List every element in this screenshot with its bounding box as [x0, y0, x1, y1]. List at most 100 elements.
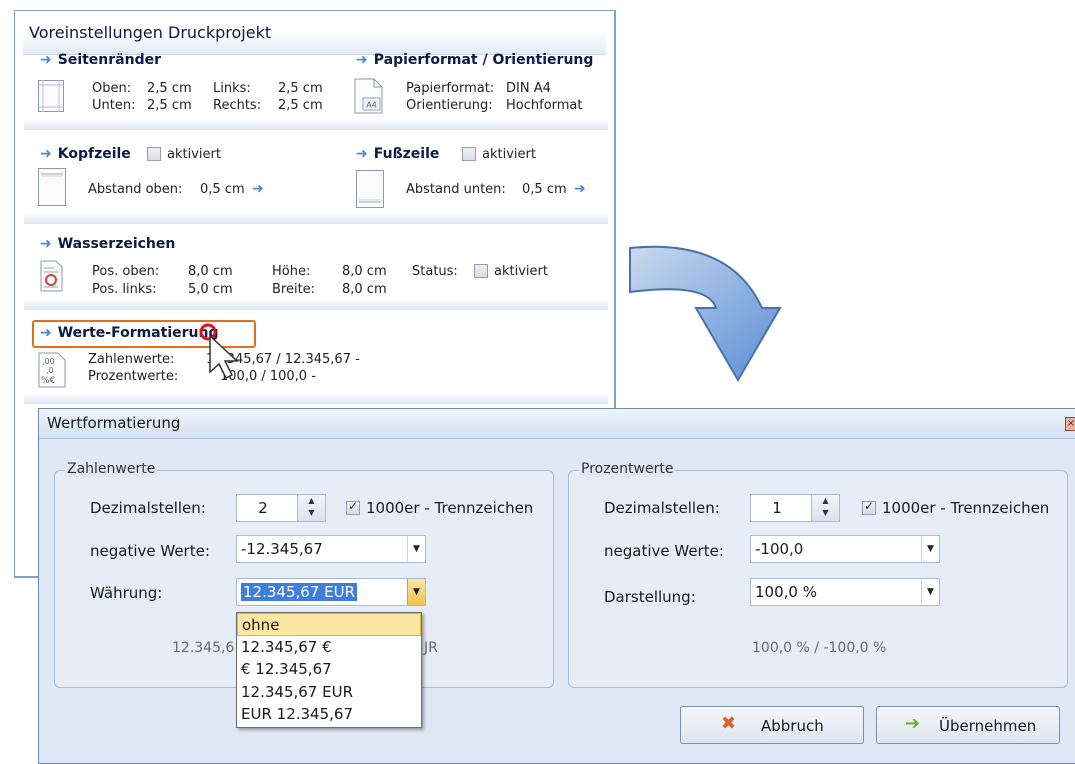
- num-decimals-stepper[interactable]: 2 ▲ ▼: [236, 494, 326, 522]
- wm-width-value: 8,0 cm: [342, 282, 387, 297]
- orientation-label: Orientierung:: [406, 98, 493, 113]
- arrow-icon: ➜: [40, 236, 52, 252]
- header-checkbox-label: aktiviert: [167, 147, 221, 162]
- header-distance-edit-icon[interactable]: ➜: [252, 181, 264, 197]
- pct-display-label: Darstellung:: [604, 588, 696, 606]
- spin-updown-icon[interactable]: ▲ ▼: [811, 495, 839, 521]
- margin-right-value: 2,5 cm: [278, 98, 323, 113]
- footer-distance-value: 0,5 cm: [522, 182, 567, 197]
- apply-button[interactable]: ➔ Übernehmen: [876, 706, 1060, 744]
- wm-pos-top-label: Pos. oben:: [92, 264, 160, 279]
- margin-top-label: Oben:: [92, 81, 132, 96]
- pct-negative-select[interactable]: -100,0 ▼: [750, 535, 940, 563]
- wm-pos-left-label: Pos. links:: [92, 282, 157, 297]
- currency-label: Währung:: [90, 584, 163, 602]
- page-margins-icon: [38, 80, 64, 112]
- num-decimals-label: Dezimalstellen:: [90, 499, 206, 517]
- arrow-icon: ➜: [356, 146, 368, 162]
- header-enabled-checkbox[interactable]: [147, 147, 161, 161]
- margin-bottom-label: Unten:: [92, 98, 136, 113]
- currency-option[interactable]: € 12.345,67: [237, 658, 421, 681]
- watermark-heading[interactable]: ➜ Wasserzeichen: [40, 236, 175, 252]
- margin-left-label: Links:: [213, 81, 251, 96]
- arrow-icon: ➜: [40, 325, 52, 341]
- pct-negative-label: negative Werte:: [604, 542, 724, 560]
- margin-left-value: 2,5 cm: [278, 81, 323, 96]
- pct-display-select[interactable]: 100,0 % ▼: [750, 578, 940, 606]
- pct-thousands-label: 1000er - Trennzeichen: [882, 499, 1050, 517]
- currency-dropdown-list: ohne 12.345,67 € € 12.345,67 12.345,67 E…: [236, 612, 422, 728]
- paper-format-value: DIN A4: [506, 81, 551, 96]
- wm-height-value: 8,0 cm: [342, 264, 387, 279]
- num-preview-right: JR: [424, 640, 438, 656]
- value-format-icon: ,00 ,0 %€: [38, 352, 66, 388]
- currency-option[interactable]: 12.345,67 EUR: [237, 681, 421, 704]
- cancel-x-icon: ✖: [721, 713, 737, 734]
- svg-text:A4: A4: [366, 101, 377, 110]
- chevron-down-icon[interactable]: ▼: [921, 579, 939, 605]
- panel-title: Voreinstellungen Druckprojekt: [23, 19, 606, 55]
- watermark-enabled-checkbox[interactable]: [474, 264, 488, 278]
- header-heading[interactable]: ➜ Kopfzeile: [40, 146, 131, 162]
- wm-width-label: Breite:: [272, 282, 316, 297]
- footer-page-icon: [356, 170, 384, 208]
- paper-heading[interactable]: ➜ Papierformat / Orientierung: [356, 52, 593, 68]
- close-icon[interactable]: ×: [1065, 417, 1075, 431]
- orientation-value: Hochformat: [506, 98, 583, 113]
- chevron-down-icon[interactable]: ▼: [407, 536, 425, 562]
- margins-heading[interactable]: ➜ Seitenränder: [40, 52, 161, 68]
- currency-option[interactable]: EUR 12.345,67: [237, 703, 421, 726]
- dialog-title: Wertformatierung: [39, 409, 1075, 439]
- section-divider: [24, 212, 608, 224]
- num-thousands-checkbox[interactable]: [346, 499, 360, 515]
- spin-updown-icon[interactable]: ▲ ▼: [297, 495, 325, 521]
- formatting-heading[interactable]: ➜ Werte-Formatierung: [40, 325, 218, 341]
- numbers-group-label: Zahlenwerte: [65, 461, 158, 477]
- wm-status-label: Status:: [412, 264, 458, 279]
- cancel-button[interactable]: ✖ Abbruch: [680, 706, 864, 744]
- watermark-icon: [40, 260, 63, 292]
- arrow-icon: ➜: [40, 146, 52, 162]
- wm-pos-left-value: 5,0 cm: [188, 282, 233, 297]
- numbers-format-label: Zahlenwerte:: [88, 352, 175, 367]
- margin-right-label: Rechts:: [213, 98, 262, 113]
- chevron-down-icon[interactable]: ▼: [921, 536, 939, 562]
- currency-option[interactable]: 12.345,67 €: [237, 636, 421, 659]
- paper-format-icon: A4: [354, 78, 383, 114]
- footer-heading[interactable]: ➜ Fußzeile: [356, 146, 439, 162]
- num-negative-select[interactable]: -12.345,67 ▼: [236, 535, 426, 563]
- footer-distance-edit-icon[interactable]: ➜: [574, 181, 586, 197]
- cursor-icon: [199, 323, 239, 380]
- num-preview-left: 12.345,6: [172, 640, 235, 656]
- paper-format-label: Papierformat:: [406, 81, 495, 96]
- header-distance-label: Abstand oben:: [88, 182, 183, 197]
- section-divider: [24, 298, 608, 310]
- pct-decimals-label: Dezimalstellen:: [604, 499, 720, 517]
- chevron-down-icon[interactable]: ▼: [407, 579, 425, 605]
- percent-format-label: Prozentwerte:: [88, 369, 179, 384]
- margin-bottom-value: 2,5 cm: [147, 98, 192, 113]
- currency-option[interactable]: ohne: [237, 613, 421, 636]
- wm-height-label: Höhe:: [272, 264, 311, 279]
- num-thousands-label: 1000er - Trennzeichen: [366, 499, 534, 517]
- transition-arrow-icon: [629, 245, 782, 382]
- footer-distance-label: Abstand unten:: [406, 182, 506, 197]
- section-divider: [24, 118, 608, 130]
- currency-select[interactable]: 12.345,67 EUR ▼: [236, 578, 426, 606]
- num-negative-label: negative Werte:: [90, 542, 210, 560]
- pct-decimals-stepper[interactable]: 1 ▲ ▼: [750, 494, 840, 522]
- section-divider: [24, 392, 608, 404]
- apply-arrow-icon: ➔: [905, 713, 921, 734]
- wm-pos-top-value: 8,0 cm: [188, 264, 233, 279]
- margin-top-value: 2,5 cm: [147, 81, 192, 96]
- header-distance-value: 0,5 cm: [200, 182, 245, 197]
- pct-thousands-checkbox[interactable]: [862, 499, 876, 515]
- pct-preview: 100,0 % / -100,0 %: [752, 640, 887, 656]
- wm-checkbox-label: aktiviert: [494, 264, 548, 279]
- svg-text:%€: %€: [41, 376, 56, 386]
- arrow-icon: ➜: [356, 52, 368, 68]
- footer-enabled-checkbox[interactable]: [462, 147, 476, 161]
- percent-group-label: Prozentwerte: [579, 461, 676, 477]
- svg-text:,00: ,00: [42, 357, 55, 366]
- footer-checkbox-label: aktiviert: [482, 147, 536, 162]
